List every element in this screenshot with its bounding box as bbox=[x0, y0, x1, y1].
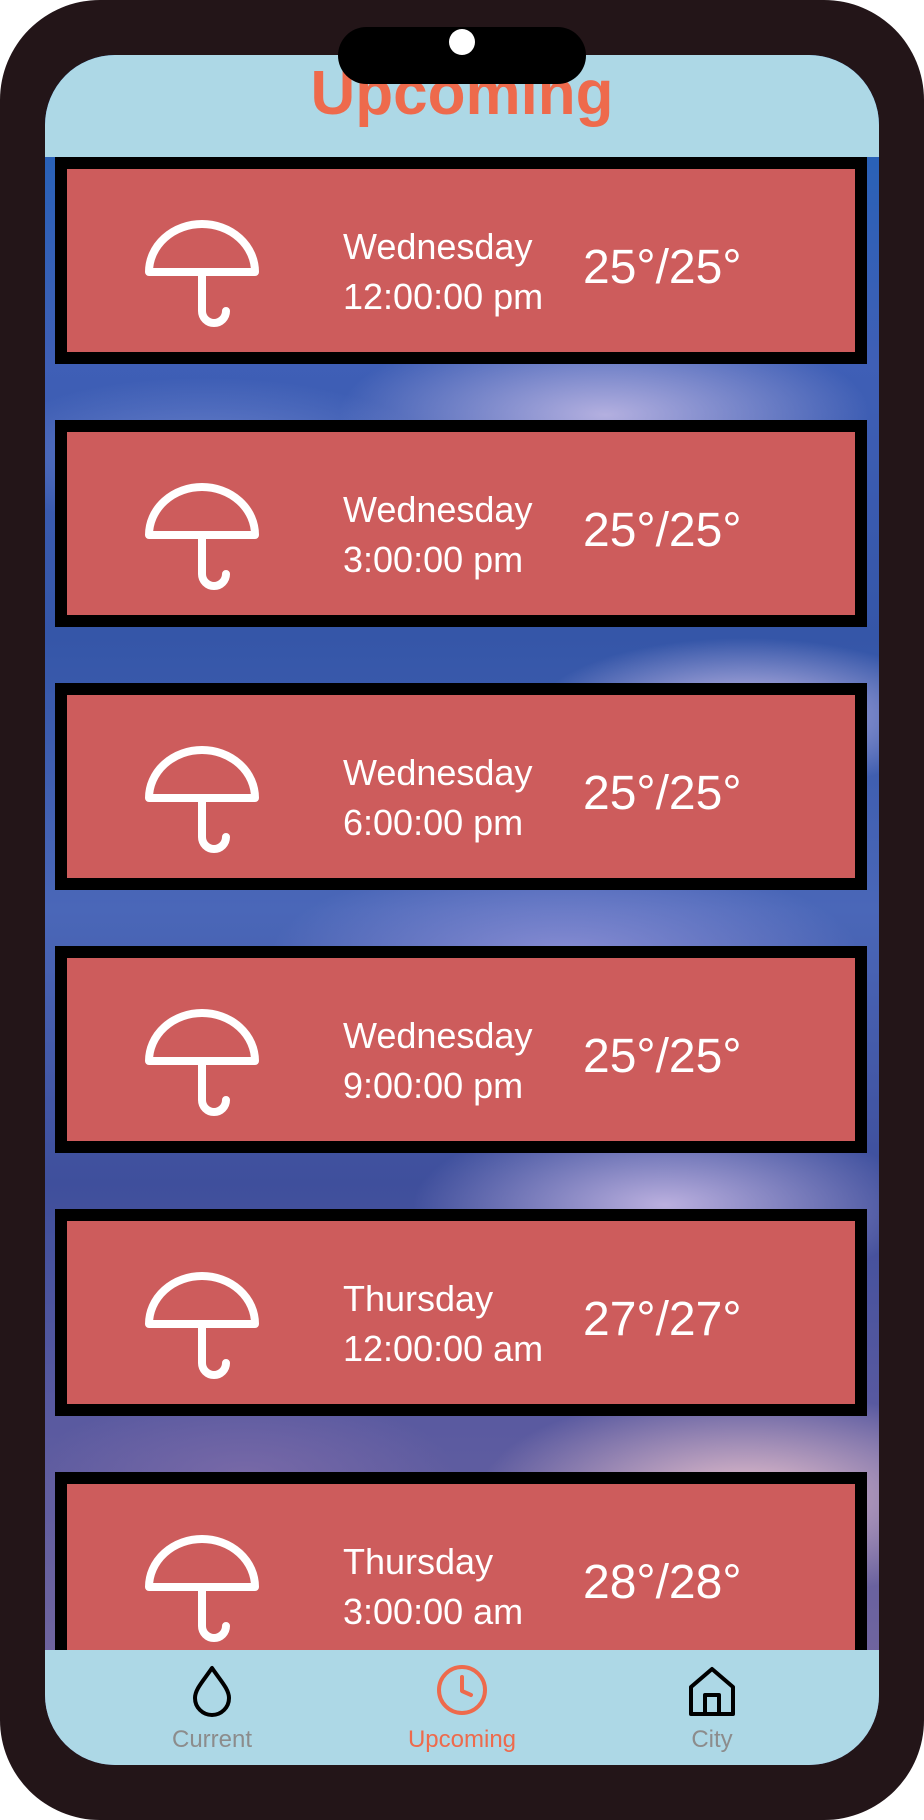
forecast-card[interactable]: Thursday 3:00:00 am 28°/28° bbox=[55, 1472, 867, 1679]
forecast-time: 12:00:00 pm bbox=[343, 276, 544, 317]
forecast-card[interactable]: Wednesday 6:00:00 pm 25°/25° bbox=[55, 683, 867, 890]
device-notch bbox=[338, 27, 586, 84]
forecast-temperature: 28°/28° bbox=[583, 1556, 742, 1609]
forecast-temperature: 27°/27° bbox=[583, 1293, 742, 1346]
phone-frame: Upcoming Wednesday 12:00:00 pm 25°/25° W… bbox=[0, 0, 924, 1820]
forecast-card[interactable]: Wednesday 12:00:00 pm 25°/25° bbox=[55, 157, 867, 364]
forecast-day: Wednesday bbox=[343, 1015, 533, 1056]
forecast-day: Thursday bbox=[343, 1541, 494, 1582]
nav-item-current[interactable]: Current bbox=[112, 1650, 312, 1765]
forecast-time: 12:00:00 am bbox=[343, 1328, 544, 1369]
umbrella-icon bbox=[145, 1272, 259, 1379]
forecast-day: Thursday bbox=[343, 1278, 494, 1319]
droplet-icon bbox=[193, 1666, 231, 1717]
forecast-temperature: 25°/25° bbox=[583, 1030, 742, 1083]
home-icon bbox=[689, 1667, 735, 1716]
forecast-time: 9:00:00 pm bbox=[343, 1065, 524, 1106]
umbrella-icon bbox=[145, 1009, 259, 1116]
forecast-list[interactable]: Wednesday 12:00:00 pm 25°/25° Wednesday … bbox=[45, 157, 879, 1705]
nav-label-upcoming: Upcoming bbox=[407, 1726, 517, 1753]
bottom-nav: Current Upcoming City bbox=[45, 1650, 879, 1765]
forecast-temperature: 25°/25° bbox=[583, 767, 742, 820]
forecast-time: 6:00:00 pm bbox=[343, 802, 524, 843]
forecast-time: 3:00:00 pm bbox=[343, 539, 524, 580]
nav-item-upcoming[interactable]: Upcoming bbox=[362, 1650, 562, 1765]
clock-icon bbox=[437, 1665, 487, 1715]
forecast-card[interactable]: Thursday 12:00:00 am 27°/27° bbox=[55, 1209, 867, 1416]
umbrella-icon bbox=[145, 483, 259, 590]
forecast-day: Wednesday bbox=[343, 489, 533, 530]
forecast-day: Wednesday bbox=[343, 752, 533, 793]
umbrella-icon bbox=[145, 746, 259, 853]
nav-label-city: City bbox=[691, 1726, 733, 1753]
forecast-card[interactable]: Wednesday 9:00:00 pm 25°/25° bbox=[55, 946, 867, 1153]
nav-item-city[interactable]: City bbox=[612, 1650, 812, 1765]
forecast-day: Wednesday bbox=[343, 226, 533, 267]
forecast-temperature: 25°/25° bbox=[583, 241, 742, 294]
umbrella-icon bbox=[145, 220, 259, 327]
nav-label-current: Current bbox=[171, 1726, 253, 1753]
camera-dot bbox=[449, 29, 475, 55]
forecast-temperature: 25°/25° bbox=[583, 504, 742, 557]
app-screen: Upcoming Wednesday 12:00:00 pm 25°/25° W… bbox=[45, 55, 879, 1765]
umbrella-icon bbox=[145, 1535, 259, 1642]
forecast-card[interactable]: Wednesday 3:00:00 pm 25°/25° bbox=[55, 420, 867, 627]
forecast-time: 3:00:00 am bbox=[343, 1591, 524, 1632]
